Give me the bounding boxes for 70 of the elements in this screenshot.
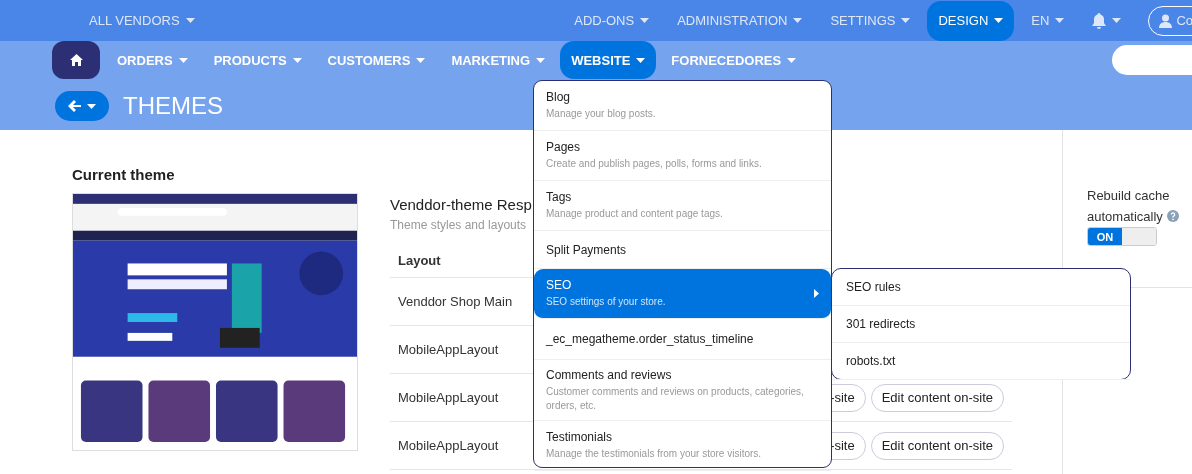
nav-menu-item[interactable]: MARKETING (440, 41, 557, 79)
submenu-item[interactable]: 301 redirects (832, 306, 1130, 343)
top-menu-item[interactable]: ADD-ONS (563, 0, 661, 41)
help-icon (1166, 210, 1179, 222)
bell-icon (1092, 12, 1107, 29)
menu-item[interactable]: Comments and reviews Customer comments and reviews on products, categories, orders, etc. (534, 360, 831, 421)
submenu-item[interactable]: robots.txt (832, 343, 1130, 380)
home-icon (69, 54, 83, 66)
action-button[interactable]: Edit content on-site (870, 431, 1004, 460)
caret-icon (793, 18, 803, 23)
menu-item-title: Comments and reviews (546, 367, 673, 382)
setting-label: Rebuild cache automatically (1087, 185, 1187, 227)
menu-item-title: Blog (546, 90, 572, 104)
menu-item-title: Pages (546, 140, 582, 154)
nav-menu-item[interactable]: FORNECEDORES (660, 41, 808, 79)
top-menu-item[interactable]: ADMINISTRATION (666, 0, 814, 41)
submenu-item[interactable]: SEO rules (832, 269, 1130, 306)
caret-icon (636, 57, 646, 63)
nav-menu-item[interactable]: PRODUCTS (202, 41, 313, 79)
theme-name: Venddor-theme Resp (390, 196, 532, 213)
caret-icon (178, 57, 188, 63)
back-button[interactable] (55, 91, 109, 121)
top-menu-item[interactable]: DESIGN (927, 0, 1015, 41)
menu-item[interactable]: Blog Manage your blog posts. (534, 81, 831, 131)
menu-item[interactable]: Pages Create and publish pages, polls, forms and links. (534, 131, 831, 181)
vendor-menu[interactable]: ALL VENDORS (78, 0, 206, 41)
language-menu[interactable]: EN (1020, 0, 1076, 41)
menu-item-title: Tags (546, 190, 573, 204)
caret-icon (292, 57, 302, 63)
menu-item-description: Manage the testimonials from your store visitors. (546, 447, 763, 461)
nav-menu-item[interactable]: ORDERS (106, 41, 199, 79)
nav-menu-item[interactable]: WEBSITE (560, 41, 657, 79)
caret-icon (185, 18, 195, 23)
menu-item-description: Manage product and content page tags. (546, 207, 724, 221)
menu-item[interactable]: Testimonials Manage the testimonials from your store visitors. (534, 421, 831, 471)
theme-description: Theme styles and layouts (390, 218, 527, 232)
menu-item-description: Create and publish pages, polls, forms and links. (546, 157, 763, 171)
menu-item-title: SEO (546, 278, 573, 292)
menu-item[interactable]: Tags Manage product and content page tags. (534, 181, 831, 231)
caret-icon (87, 103, 96, 109)
caret-icon (901, 18, 911, 23)
menu-item-description: SEO settings of your store. (546, 295, 667, 309)
toggle-switch[interactable]: ON (1087, 227, 1157, 246)
menu-item-title: Testimonials (546, 430, 614, 444)
arrow-left-icon (68, 100, 81, 112)
action-button[interactable]: Edit content on-site (870, 383, 1004, 412)
caret-icon (994, 18, 1004, 23)
table-cell: MobileAppLayout (398, 390, 499, 405)
toggle-label: ON (1088, 228, 1122, 245)
caret-icon (416, 57, 426, 63)
table-cell: MobileAppLayout (398, 438, 499, 453)
caret-icon (787, 57, 797, 63)
top-menu-item[interactable]: SETTINGS (819, 0, 922, 41)
table-cell: MobileAppLayout (398, 342, 499, 357)
search-field[interactable] (1112, 45, 1192, 75)
caret-icon (640, 18, 650, 23)
user-icon (1159, 13, 1173, 28)
caret-icon (1112, 18, 1122, 23)
table-cell: Venddor Shop Main (398, 294, 513, 309)
caret-icon (1055, 18, 1065, 23)
menu-item-title: Split Payments (546, 242, 628, 257)
section-heading: Current theme (72, 166, 176, 183)
caret-icon (536, 57, 546, 63)
nav-menu-item[interactable]: CUSTOMERS (316, 41, 437, 79)
menu-item-description: Manage your blog posts. (546, 107, 657, 121)
menu-item[interactable]: SEO SEO settings of your store. (534, 269, 831, 319)
menu-item-description: Customer comments and reviews on products, categories, orders, etc. (546, 384, 805, 413)
page-title: THEMES (123, 92, 223, 120)
home-button[interactable] (52, 41, 100, 79)
menu-item-title: _ec_megatheme.order_status_timeline (546, 332, 755, 346)
